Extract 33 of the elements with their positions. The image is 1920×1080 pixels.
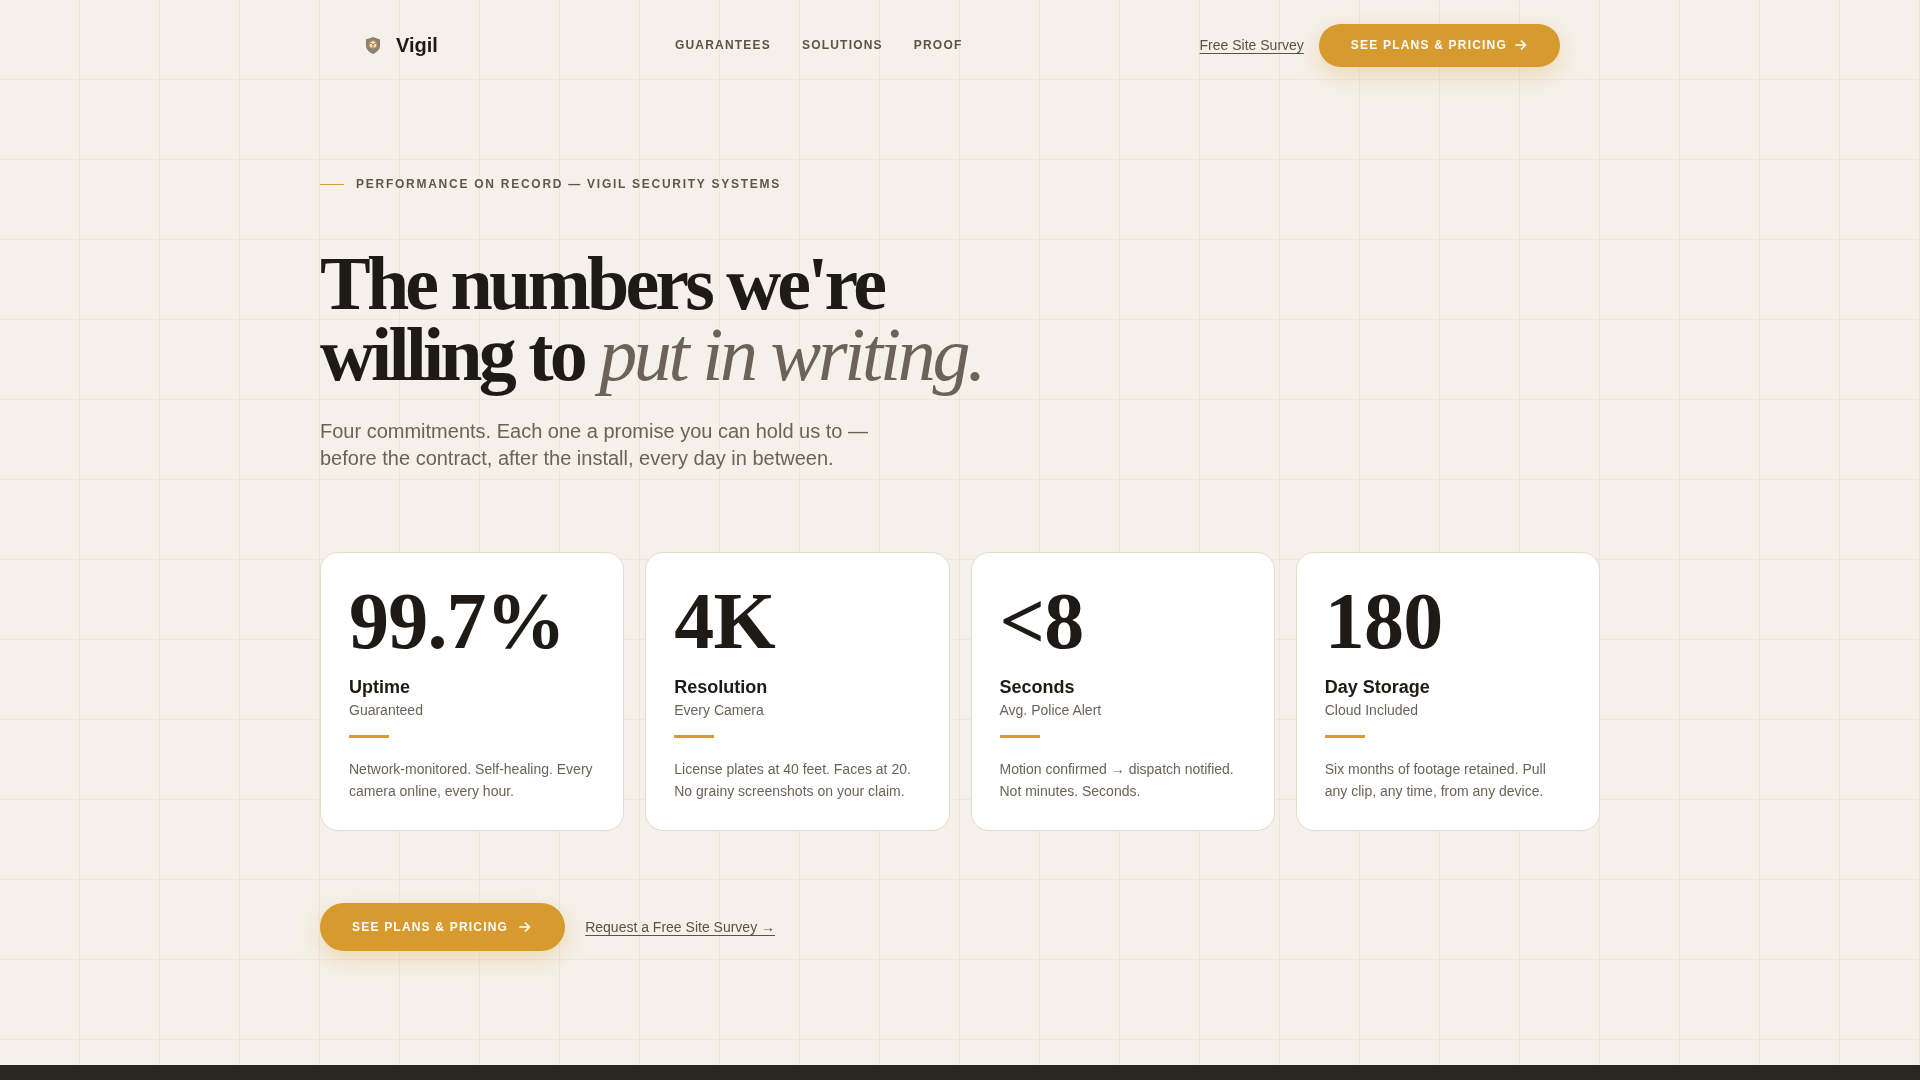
accent-bar (349, 735, 389, 739)
accent-bar (1324, 735, 1365, 739)
eyebrow-text: PERFORMANCE ON RECORD — VIGIL SECURITY SYSTEMS (356, 176, 781, 192)
stat-value: 99.7% (349, 581, 566, 662)
stat-sublabel: Every Camera (674, 701, 765, 721)
stat-value: 4K (674, 581, 776, 662)
survey-link[interactable]: Free Site Survey (1199, 37, 1304, 53)
stat-label: Day Storage (1324, 676, 1431, 700)
accent-bar (999, 735, 1040, 739)
nav-link[interactable]: SOLUTIONS (802, 38, 883, 52)
stat-sublabel: Guaranteed (349, 701, 424, 721)
arrow-icon (1515, 39, 1527, 51)
headline: The numbers we're willing to put in writing. (320, 242, 984, 398)
shield-logo-icon (366, 36, 380, 54)
stat-label: Resolution (674, 676, 769, 700)
arrow-icon (519, 921, 532, 934)
stat-sublabel: Avg. Police Alert (999, 701, 1103, 721)
stat-description: Motion confirmed → dispatch notified. Not minutes. Seconds. (999, 760, 1235, 802)
nav-link[interactable]: PROOF (913, 38, 963, 52)
subtitle: Four commitments. Each one a promise you can hold us to — before the contract, after the install, every day in between. (320, 419, 870, 471)
stat-description: License plates at 40 feet. Faces at 20. No grainy screenshots on your claim. (674, 760, 912, 802)
nav-link[interactable]: GUARANTEES (674, 38, 771, 52)
accent-line (320, 183, 344, 185)
stat-description: Six months of footage retained. Pull any clip, any time, from any device. (1324, 760, 1547, 802)
accent-bar (674, 735, 715, 739)
stat-description: Network-monitored. Self-healing. Every camera online, every hour. (349, 760, 594, 802)
stat-value: <8 (999, 581, 1085, 662)
stat-label: Seconds (999, 676, 1076, 700)
survey-link[interactable]: Request a Free Site Survey → (585, 919, 776, 936)
stat-value: 180 (1324, 581, 1444, 662)
stat-sublabel: Cloud Included (1324, 701, 1420, 721)
stat-label: Uptime (349, 676, 411, 700)
brand-name: Vigil (396, 33, 438, 57)
